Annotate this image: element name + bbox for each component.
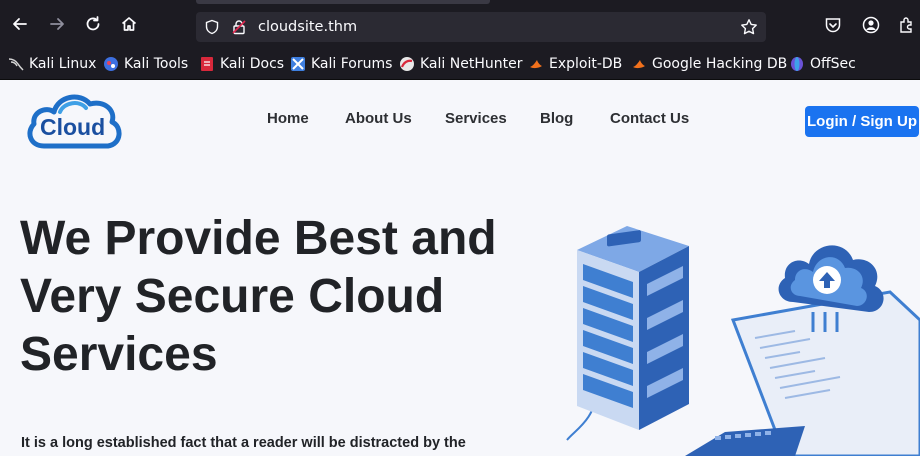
bookmark-kali-nethunter[interactable]: Kali NetHunter bbox=[399, 54, 522, 74]
bookmark-kali-docs[interactable]: Kali Docs bbox=[199, 54, 284, 74]
bookmark-offsec[interactable]: OffSec bbox=[789, 54, 856, 74]
hero-title-line: Services bbox=[20, 328, 218, 381]
hero-title-line: We Provide Best and bbox=[20, 212, 497, 265]
kali-docs-icon bbox=[199, 56, 215, 72]
extensions-icon[interactable] bbox=[897, 15, 917, 35]
bookmark-google-hacking-db[interactable]: Google Hacking DB bbox=[631, 54, 787, 74]
nav-blog[interactable]: Blog bbox=[540, 110, 573, 127]
kali-forums-icon bbox=[290, 56, 306, 72]
active-tab-strip bbox=[196, 0, 490, 4]
nav-contact-us[interactable]: Contact Us bbox=[610, 110, 689, 127]
bookmark-label: Kali Tools bbox=[124, 56, 189, 72]
url-text[interactable]: cloudsite.thm bbox=[258, 19, 357, 35]
forward-arrow-icon bbox=[50, 18, 64, 30]
shield-icon[interactable] bbox=[203, 18, 221, 36]
kali-nethunter-icon bbox=[399, 56, 415, 72]
bookmark-label: Exploit-DB bbox=[549, 56, 623, 72]
pocket-icon[interactable] bbox=[823, 15, 843, 35]
site-logo[interactable]: Cloud bbox=[24, 88, 124, 154]
bookmark-kali-forums[interactable]: Kali Forums bbox=[290, 54, 392, 74]
back-arrow-icon bbox=[13, 18, 27, 30]
back-button[interactable] bbox=[8, 12, 32, 36]
bookmark-kali-tools[interactable]: Kali Tools bbox=[103, 54, 188, 74]
laptop-illustration bbox=[685, 290, 920, 456]
hero-title-line: Very Secure Cloud bbox=[20, 270, 445, 323]
hero-title: We Provide Best and Very Secure Cloud Se… bbox=[20, 210, 520, 384]
home-button[interactable] bbox=[117, 12, 141, 36]
account-icon[interactable] bbox=[861, 15, 881, 35]
home-icon bbox=[121, 17, 137, 31]
insecure-lock-icon[interactable] bbox=[230, 18, 248, 36]
web-page: Cloud Home About Us Services Blog Contac… bbox=[0, 80, 920, 456]
ghdb-icon bbox=[631, 56, 647, 72]
bookmark-label: Kali Linux bbox=[29, 56, 97, 72]
reload-icon bbox=[86, 16, 100, 31]
bookmark-star-icon[interactable] bbox=[740, 18, 758, 36]
kali-dragon-icon bbox=[8, 56, 24, 72]
bookmarks-bar: Kali Linux Kali Tools Kali Docs Kali For… bbox=[0, 48, 920, 80]
offsec-icon bbox=[789, 56, 805, 72]
reload-button[interactable] bbox=[81, 12, 105, 36]
hero-description: It is a long established fact that a rea… bbox=[21, 435, 466, 451]
server-rack-illustration bbox=[577, 226, 689, 430]
bookmark-label: Kali Forums bbox=[311, 56, 393, 72]
kali-tools-icon bbox=[103, 56, 119, 72]
bookmark-exploit-db[interactable]: Exploit-DB bbox=[528, 54, 622, 74]
forward-button[interactable] bbox=[45, 12, 69, 36]
nav-home[interactable]: Home bbox=[267, 110, 309, 127]
browser-toolbar: cloudsite.thm bbox=[0, 0, 920, 48]
cloud-server-illustration bbox=[566, 226, 920, 456]
bookmark-label: OffSec bbox=[810, 56, 856, 72]
bookmark-label: Google Hacking DB bbox=[652, 56, 788, 72]
bookmark-label: Kali Docs bbox=[220, 56, 285, 72]
url-bar[interactable]: cloudsite.thm bbox=[196, 12, 766, 42]
nav-services[interactable]: Services bbox=[445, 110, 507, 127]
logo-text: Cloud bbox=[40, 114, 106, 140]
login-signup-button[interactable]: Login / Sign Up bbox=[805, 106, 919, 137]
bookmark-kali-linux[interactable]: Kali Linux bbox=[8, 54, 96, 74]
exploit-db-icon bbox=[528, 56, 544, 72]
nav-about-us[interactable]: About Us bbox=[345, 110, 412, 127]
bookmark-label: Kali NetHunter bbox=[420, 56, 523, 72]
